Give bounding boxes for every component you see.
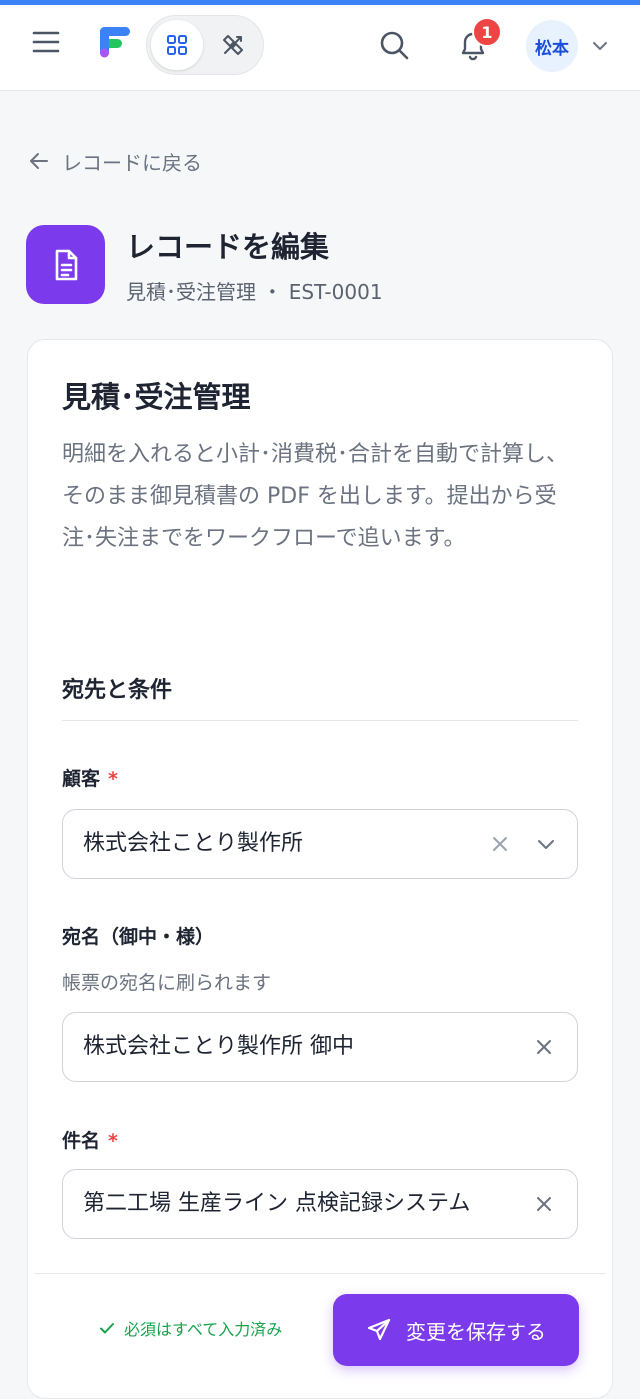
subject-label-text: 件名 — [62, 1130, 101, 1152]
form-description: 明細を入れると小計･消費税･合計を自動で計算し、そのまま御見積書の PDF を出… — [62, 442, 569, 551]
form-title: 見積･受注管理 — [62, 380, 251, 414]
addressee-value: 株式会社ことり製作所 御中 — [83, 1034, 354, 1059]
subject-input[interactable]: 第二工場 生産ライン 点検記録システム — [62, 1169, 578, 1239]
document-icon — [26, 225, 105, 304]
arrow-left-icon — [30, 153, 48, 169]
clear-icon[interactable] — [533, 1193, 555, 1215]
user-avatar[interactable]: 松本 — [526, 20, 578, 72]
top-bar: 1 松本 — [0, 5, 640, 91]
save-button[interactable]: 変更を保存する — [333, 1294, 579, 1366]
back-link-label: レコードに戻る — [62, 150, 202, 175]
check-icon — [100, 1323, 114, 1334]
save-button-label: 変更を保存する — [406, 1319, 546, 1344]
customer-value: 株式会社ことり製作所 — [83, 831, 304, 856]
customer-label: 顧客 * — [62, 764, 118, 791]
page-subtitle: 見積･受注管理 ・ EST-0001 — [126, 280, 383, 304]
customer-select[interactable]: 株式会社ことり製作所 — [62, 809, 578, 879]
addressee-hint: 帳票の宛名に刷られます — [62, 972, 272, 994]
addressee-label: 宛名（御中・様） — [62, 926, 215, 948]
footer-divider — [34, 1273, 606, 1274]
required-status-text: 必須はすべて入力済み — [124, 1320, 283, 1339]
addressee-input[interactable]: 株式会社ことり製作所 御中 — [62, 1012, 578, 1082]
clear-icon[interactable] — [489, 833, 511, 855]
grid-icon — [167, 35, 187, 55]
section-title: 宛先と条件 — [62, 678, 173, 703]
customer-label-text: 顧客 — [62, 768, 101, 790]
send-icon — [367, 1318, 391, 1341]
required-status: 必須はすべて入力済み — [98, 1316, 282, 1340]
clear-icon[interactable] — [533, 1036, 555, 1058]
subject-label: 件名 * — [62, 1126, 118, 1153]
mode-toggle — [146, 15, 264, 75]
page-title: レコードを編集 — [126, 230, 330, 264]
notification-badge: 1 — [472, 17, 502, 47]
grid-mode-button[interactable] — [151, 20, 203, 70]
subject-value: 第二工場 生産ライン 点検記録システム — [83, 1191, 471, 1216]
required-mark: * — [108, 1130, 118, 1152]
app-logo[interactable] — [96, 22, 136, 62]
required-mark: * — [108, 768, 118, 790]
design-tools-icon — [223, 35, 243, 55]
chevron-down-icon[interactable] — [590, 36, 610, 56]
menu-icon[interactable] — [28, 24, 64, 60]
back-link[interactable]: レコードに戻る — [28, 146, 202, 176]
chevron-down-icon[interactable] — [535, 833, 557, 855]
design-mode-button[interactable] — [207, 20, 259, 70]
section-divider — [62, 720, 578, 721]
search-icon[interactable] — [374, 25, 414, 65]
